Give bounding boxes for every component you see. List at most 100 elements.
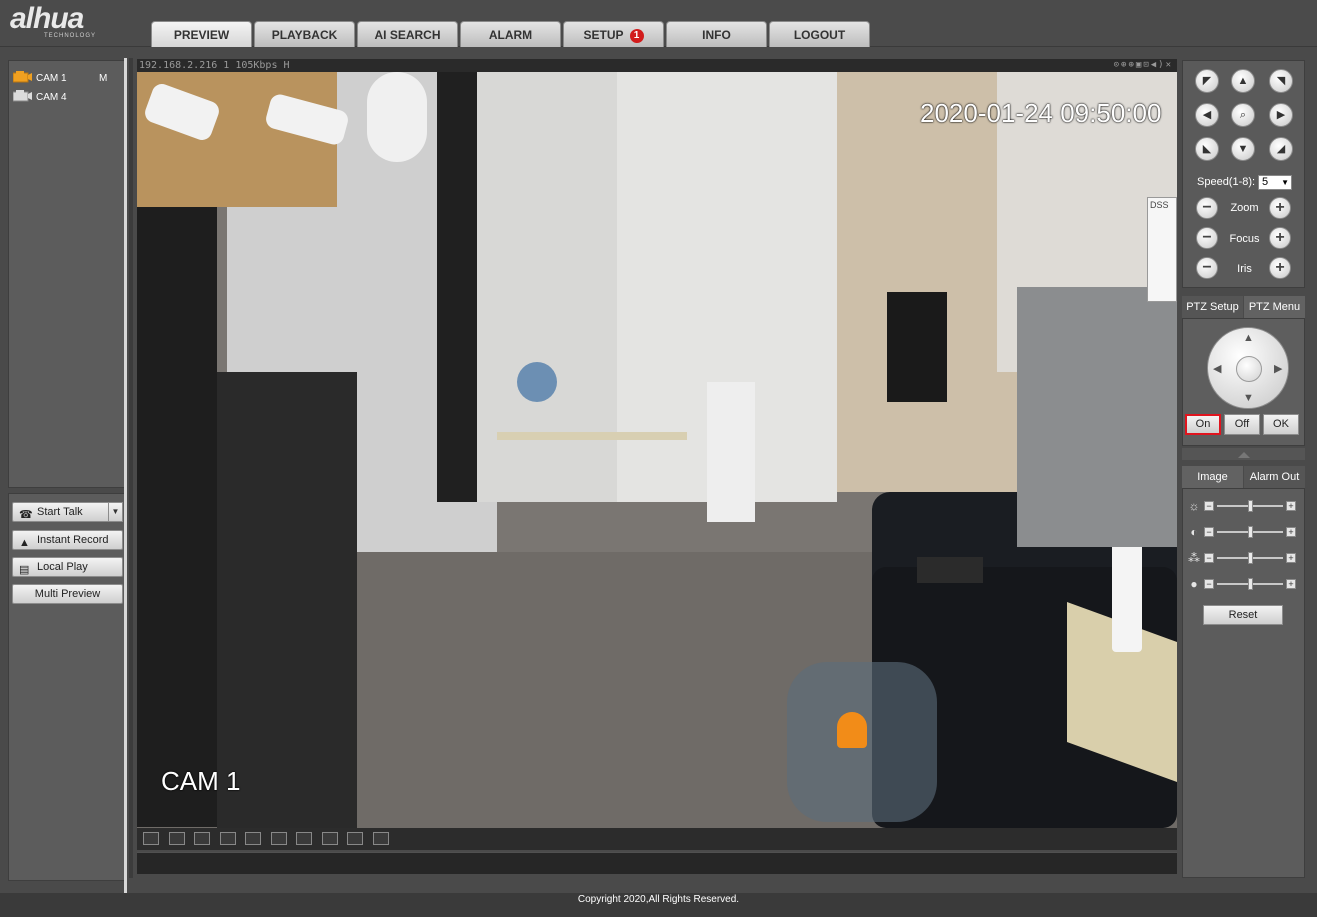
layout-1-icon[interactable]: [271, 832, 287, 845]
warning-beacon: [837, 712, 867, 748]
plus-icon: +: [1275, 199, 1285, 216]
arrow-down-icon: ▼: [1243, 392, 1254, 404]
copyright-text: Copyright 2020,All Rights Reserved.: [577, 894, 740, 905]
arrow-right-icon: ▶: [1276, 109, 1286, 121]
layout-9-icon[interactable]: [373, 832, 389, 845]
tab-image-setup[interactable]: Image Setup: [1182, 466, 1243, 505]
instant-record-button[interactable]: ▲ Instant Record: [12, 530, 123, 550]
talk-options-dropdown[interactable]: ▼: [108, 502, 123, 522]
menu-direction-pad[interactable]: ▲ ▼ ◀ ▶: [1207, 327, 1289, 409]
boxes-stack: [707, 382, 755, 522]
top-header: alhua TECHNOLOGY PREVIEW PLAYBACK AI SEA…: [0, 0, 1317, 47]
reset-button[interactable]: Reset: [1203, 605, 1283, 625]
plus-icon: +: [1275, 229, 1285, 246]
ratio-stretch-icon[interactable]: [194, 832, 210, 845]
ptz-down-left-button[interactable]: ◣: [1195, 137, 1219, 161]
ptz-down-right-button[interactable]: ◢: [1269, 137, 1293, 161]
brightness-decrease-button[interactable]: −: [1204, 501, 1214, 511]
tab-playback[interactable]: PLAYBACK: [254, 21, 355, 47]
button-label: Reset: [1228, 609, 1258, 621]
phone-icon: ☎: [19, 509, 33, 521]
tab-ai-search[interactable]: AI SEARCH: [357, 21, 458, 47]
tab-preview[interactable]: PREVIEW: [151, 21, 252, 47]
layout-4-icon[interactable]: [296, 832, 312, 845]
tab-ptz-menu[interactable]: PTZ Menu: [1244, 296, 1305, 318]
contrast-decrease-button[interactable]: −: [1204, 527, 1214, 537]
film-icon: ▤: [19, 564, 30, 576]
brightness-slider-thumb[interactable]: [1248, 500, 1253, 512]
saturation-slider-thumb[interactable]: [1248, 552, 1253, 564]
ptz-control-panel: ◤ ▲ ◥ ◀ ⌕ ▶ ◣ ▼ ◢ Speed(1-8): 5 ▼ − Zoom…: [1182, 60, 1305, 288]
collapse-toggle[interactable]: [1182, 448, 1305, 460]
button-label: On: [1195, 418, 1211, 430]
ptz-right-button[interactable]: ▶: [1269, 103, 1293, 127]
video-viewport[interactable]: DSS 2020-01-24 09:50:00 CAM 1: [137, 72, 1177, 828]
tab-alarm-out[interactable]: Alarm Out: [1244, 466, 1305, 488]
button-label: Start Talk: [37, 506, 83, 518]
server-rack: [137, 207, 217, 827]
button-label: Multi Preview: [34, 588, 101, 600]
camera-icon: [12, 90, 32, 102]
contrast-slider-thumb[interactable]: [1248, 526, 1253, 538]
saturation-increase-button[interactable]: +: [1286, 553, 1296, 563]
camera-item-cam-4[interactable]: CAM 4: [12, 90, 67, 106]
ptz-up-left-button[interactable]: ◤: [1195, 69, 1219, 93]
start-talk-button[interactable]: ☎ Start Talk: [12, 502, 111, 522]
arrow-up-icon: ▲: [1243, 332, 1254, 344]
zoom-in-button[interactable]: +: [1269, 197, 1291, 219]
video-info-bar: 192.168.2.216 1 105Kbps H ⊙⊕⊕▣⊡◀)✕: [137, 59, 1177, 72]
globe: [517, 362, 557, 402]
tab-label: PTZ Menu: [1248, 301, 1301, 313]
tab-label: LOGOUT: [793, 28, 846, 42]
menu-center-button[interactable]: [1236, 356, 1262, 382]
hue-increase-button[interactable]: +: [1286, 579, 1296, 589]
tab-label: SETUP: [583, 28, 624, 42]
ptz-down-button[interactable]: ▼: [1231, 137, 1255, 161]
tab-info[interactable]: INFO: [666, 21, 767, 47]
saturation-row: ⁂ − +: [1187, 551, 1303, 565]
speed-select[interactable]: 5 ▼: [1258, 175, 1292, 190]
video-toolbar-icons[interactable]: ⊙⊕⊕▣⊡◀)✕: [1114, 59, 1173, 72]
arrow-up-right-icon: ◥: [1276, 75, 1286, 87]
tab-label: PREVIEW: [173, 28, 230, 42]
menu-off-button[interactable]: Off: [1224, 414, 1260, 435]
button-label: Instant Record: [37, 534, 109, 546]
ptz-up-right-button[interactable]: ◥: [1269, 69, 1293, 93]
fullscreen-icon[interactable]: [220, 832, 236, 845]
ptz-up-button[interactable]: ▲: [1231, 69, 1255, 93]
tab-logout[interactable]: LOGOUT: [769, 21, 870, 47]
office-chair: [887, 292, 947, 402]
tab-setup[interactable]: SETUP 1: [563, 21, 664, 47]
hue-decrease-button[interactable]: −: [1204, 579, 1214, 589]
layout-8-icon[interactable]: [347, 832, 363, 845]
camera-item-cam-1[interactable]: CAM 1 M: [12, 71, 121, 87]
panel-splitter[interactable]: [124, 58, 127, 908]
arrow-up-left-icon: ◤: [1202, 75, 1212, 87]
ptz-left-button[interactable]: ◀: [1195, 103, 1219, 127]
local-play-button[interactable]: ▤ Local Play: [12, 557, 123, 577]
magnifier-icon: ⌕: [1239, 109, 1247, 121]
ptz-3d-position-button[interactable]: ⌕: [1231, 103, 1255, 127]
menu-ok-button[interactable]: OK: [1263, 414, 1299, 435]
contrast-icon: ◐: [1190, 525, 1198, 539]
ratio-original-icon[interactable]: [143, 832, 159, 845]
saturation-decrease-button[interactable]: −: [1204, 553, 1214, 563]
ratio-fit-icon[interactable]: [169, 832, 185, 845]
arrow-up-icon: ▲: [1237, 75, 1249, 87]
contrast-increase-button[interactable]: +: [1286, 527, 1296, 537]
iris-open-button[interactable]: +: [1269, 257, 1291, 279]
palette-icon: ●: [1190, 577, 1198, 591]
focus-far-button[interactable]: +: [1269, 227, 1291, 249]
menu-on-button[interactable]: On: [1185, 414, 1221, 435]
logo-subtitle: TECHNOLOGY: [44, 33, 97, 39]
layout-bar-icon[interactable]: [245, 832, 261, 845]
tab-ptz-setup[interactable]: PTZ Setup: [1182, 296, 1243, 318]
tab-alarm[interactable]: ALARM: [460, 21, 561, 47]
brightness-increase-button[interactable]: +: [1286, 501, 1296, 511]
tab-label: PTZ Setup: [1186, 301, 1239, 313]
metal-shelf: [217, 372, 357, 828]
layout-6-icon[interactable]: [322, 832, 338, 845]
hue-slider-thumb[interactable]: [1248, 578, 1253, 590]
tab-label: PLAYBACK: [271, 28, 338, 42]
multi-preview-button[interactable]: Multi Preview: [12, 584, 123, 604]
